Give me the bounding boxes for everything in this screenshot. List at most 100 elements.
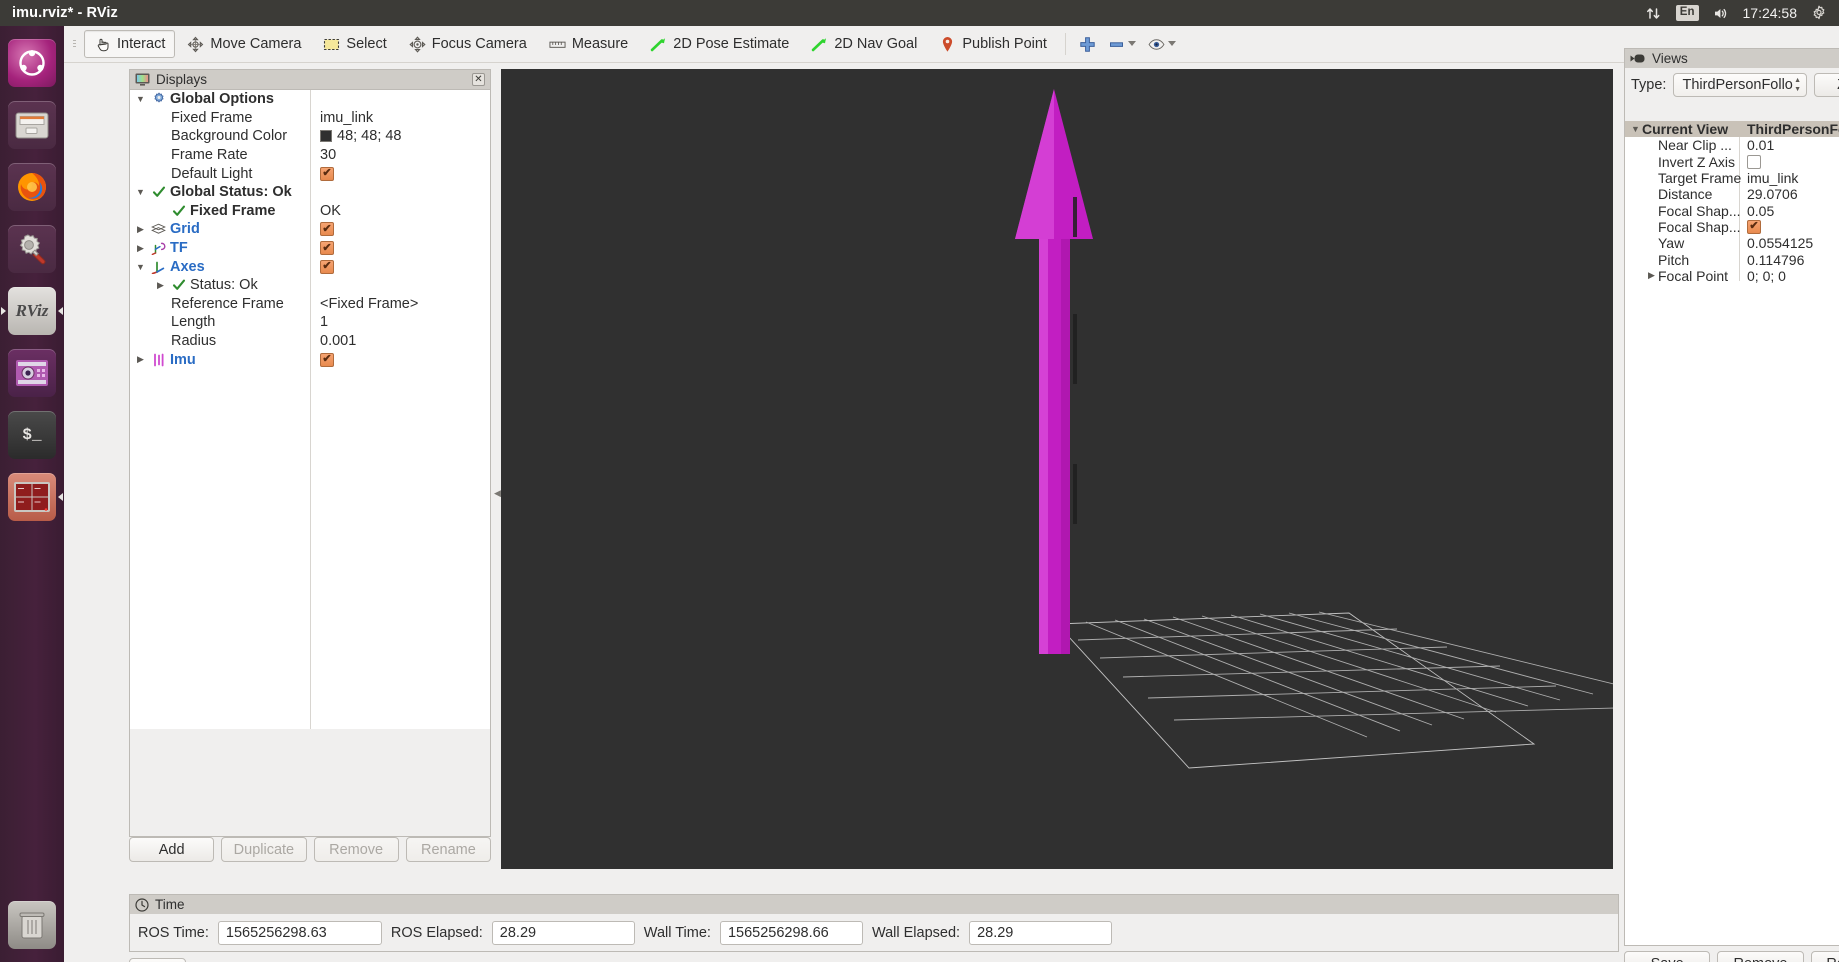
views-row-value-cell[interactable]: 0.05 bbox=[1747, 203, 1774, 219]
enable-checkbox[interactable]: ✔ bbox=[320, 166, 334, 181]
displays-row-value-cell[interactable]: ✔ bbox=[320, 166, 334, 181]
views-tree-row[interactable]: Invert Z Axis bbox=[1625, 154, 1839, 170]
wall-elapsed-field[interactable]: 28.29 bbox=[969, 920, 1113, 945]
displays-tree-row[interactable]: ▶ TF ✔ bbox=[130, 239, 490, 258]
tool-select-button[interactable]: Select bbox=[313, 30, 396, 58]
displays-row-value-cell[interactable]: 0.001 bbox=[320, 333, 356, 349]
displays-tree[interactable]: ▼ Global Options Fixed Frame imu_link Backgr… bbox=[129, 89, 491, 789]
views-checkbox[interactable]: ✔ bbox=[1747, 219, 1761, 234]
view-type-combobox[interactable]: ThirdPersonFollo ▲ ▼ bbox=[1673, 73, 1807, 97]
launcher-item-terminator[interactable] bbox=[0, 466, 64, 528]
displays-tree-row[interactable]: ▶ Status: Ok bbox=[130, 276, 490, 295]
views-tree-row[interactable]: Near Clip ... 0.01 bbox=[1625, 137, 1839, 153]
views-tree-row[interactable]: Pitch 0.114796 bbox=[1625, 251, 1839, 268]
views-tree-row[interactable]: ▶ Focal Point 0; 0; 0 bbox=[1625, 268, 1839, 284]
views-row-value-cell[interactable]: imu_link bbox=[1747, 170, 1798, 186]
views-row-value-cell[interactable]: ThirdPersonFoll... bbox=[1747, 121, 1839, 137]
color-swatch[interactable] bbox=[320, 130, 332, 143]
views-tree-row[interactable]: Target Frame imu_link bbox=[1625, 170, 1839, 186]
launcher-item-rviz[interactable]: RViz bbox=[0, 280, 64, 342]
displays-tree-row[interactable]: Length 1 bbox=[130, 313, 490, 332]
add-display-button[interactable]: Add bbox=[129, 837, 215, 862]
launcher-item-trash[interactable] bbox=[0, 894, 64, 956]
tool-2d-pose-estimate-button[interactable]: 2D Pose Estimate bbox=[640, 30, 799, 58]
launcher-item-files[interactable] bbox=[0, 94, 64, 156]
expand-twisty-icon[interactable]: ▶ bbox=[134, 354, 147, 365]
collapse-twisty-icon[interactable]: ▼ bbox=[1629, 124, 1642, 134]
expand-twisty-icon[interactable]: ▶ bbox=[134, 243, 147, 254]
launcher-item-firefox[interactable] bbox=[0, 156, 64, 218]
views-checkbox[interactable] bbox=[1747, 154, 1761, 169]
views-row-value-cell[interactable]: 0.01 bbox=[1747, 137, 1774, 153]
launcher-item-gazebo[interactable] bbox=[0, 342, 64, 404]
displays-row-value-cell[interactable]: 48; 48; 48 bbox=[320, 128, 402, 144]
speaker-icon[interactable] bbox=[1712, 4, 1730, 22]
displays-row-value-cell[interactable]: 1 bbox=[320, 314, 328, 330]
launcher-item-settings[interactable] bbox=[0, 218, 64, 280]
gear-icon[interactable] bbox=[1810, 4, 1828, 22]
views-row-value-cell[interactable]: 0.114796 bbox=[1747, 252, 1804, 268]
displays-tree-row[interactable]: ▼ Global Status: Ok bbox=[130, 183, 490, 202]
rename-view-button[interactable]: Rename bbox=[1810, 951, 1839, 962]
add-tool-icon[interactable] bbox=[1073, 36, 1102, 53]
ros-elapsed-field[interactable]: 28.29 bbox=[491, 920, 635, 945]
displays-tree-row[interactable]: Background Color 48; 48; 48 bbox=[130, 127, 490, 146]
tool-2d-nav-goal-button[interactable]: 2D Nav Goal bbox=[801, 30, 927, 58]
views-tree-row[interactable]: Focal Shap... 0.05 bbox=[1625, 202, 1839, 219]
views-tree-row[interactable]: Focal Shap... ✔ bbox=[1625, 219, 1839, 235]
displays-row-value-cell[interactable]: imu_link bbox=[320, 110, 373, 126]
network-arrows-icon[interactable] bbox=[1645, 4, 1663, 22]
views-row-value-cell[interactable]: 0.0554125 bbox=[1747, 235, 1813, 251]
displays-row-value-cell[interactable]: ✔ bbox=[320, 259, 334, 274]
displays-row-value-cell[interactable]: OK bbox=[320, 203, 341, 219]
remove-view-button[interactable]: Remove bbox=[1717, 951, 1804, 962]
displays-tree-row[interactable]: Reference Frame <Fixed Frame> bbox=[130, 295, 490, 314]
tool-publish-point-button[interactable]: Publish Point bbox=[929, 30, 1057, 58]
views-row-value-cell[interactable]: ✔ bbox=[1747, 219, 1761, 234]
visibility-tool-icon[interactable] bbox=[1142, 36, 1182, 53]
views-row-value-cell[interactable]: 29.0706 bbox=[1747, 186, 1798, 202]
displays-row-value-cell[interactable]: ✔ bbox=[320, 222, 334, 237]
collapse-twisty-icon[interactable]: ▼ bbox=[134, 187, 147, 197]
displays-tree-row[interactable]: Frame Rate 30 bbox=[130, 146, 490, 165]
remove-tool-icon[interactable] bbox=[1102, 36, 1142, 53]
launcher-item-terminal[interactable]: $_ bbox=[0, 404, 64, 466]
tool-move-camera-button[interactable]: Move Camera bbox=[177, 30, 311, 58]
keyboard-layout-indicator[interactable]: En bbox=[1675, 5, 1699, 21]
close-icon[interactable]: ✕ bbox=[472, 73, 485, 86]
3d-render-view[interactable] bbox=[501, 69, 1613, 869]
displays-tree-row[interactable]: Radius 0.001 bbox=[130, 332, 490, 351]
reset-button[interactable]: Reset bbox=[129, 958, 186, 962]
displays-tree-row[interactable]: ▶ Imu ✔ bbox=[130, 350, 490, 369]
collapse-twisty-icon[interactable]: ▼ bbox=[134, 94, 147, 104]
zero-view-button[interactable]: Zero bbox=[1814, 73, 1839, 97]
views-row-value-cell[interactable] bbox=[1747, 154, 1761, 169]
launcher-item-ubuntu-dash[interactable] bbox=[0, 32, 64, 94]
toolbar-grip-handle[interactable] bbox=[70, 33, 79, 55]
displays-row-value-cell[interactable]: <Fixed Frame> bbox=[320, 296, 418, 312]
tool-focus-camera-button[interactable]: Focus Camera bbox=[399, 30, 537, 58]
tool-measure-button[interactable]: Measure bbox=[539, 30, 638, 58]
expand-twisty-icon[interactable]: ▶ bbox=[134, 224, 147, 235]
displays-tree-row[interactable]: Fixed Frame imu_link bbox=[130, 109, 490, 128]
displays-tree-row[interactable]: ▼ Global Options bbox=[130, 90, 490, 109]
views-tree[interactable]: ▼Current ViewThirdPersonFoll...Near Clip… bbox=[1624, 121, 1839, 946]
tool-interact-button[interactable]: Interact bbox=[84, 30, 176, 58]
displays-row-value-cell[interactable]: ✔ bbox=[320, 241, 334, 256]
views-tree-header-row[interactable]: ▼Current View ThirdPersonFoll... bbox=[1625, 121, 1839, 138]
displays-tree-row[interactable]: ▼ Axes ✔ bbox=[130, 257, 490, 276]
wall-time-field[interactable]: 1565256298.66 bbox=[719, 920, 863, 945]
save-view-button[interactable]: Save bbox=[1624, 951, 1711, 962]
system-clock[interactable]: 17:24:58 bbox=[1743, 5, 1798, 21]
remove-display-button[interactable]: Remove bbox=[313, 837, 399, 862]
enable-checkbox[interactable]: ✔ bbox=[320, 259, 334, 274]
expand-twisty-icon[interactable]: ▶ bbox=[1645, 270, 1658, 281]
displays-tree-row[interactable]: Fixed Frame OK bbox=[130, 202, 490, 221]
collapse-twisty-icon[interactable]: ▼ bbox=[134, 262, 147, 272]
views-tree-row[interactable]: Distance 29.0706 bbox=[1625, 186, 1839, 202]
displays-tree-row[interactable]: ▶ Grid ✔ bbox=[130, 220, 490, 239]
displays-row-value-cell[interactable]: ✔ bbox=[320, 352, 334, 367]
displays-tree-row[interactable]: Default Light ✔ bbox=[130, 164, 490, 183]
views-tree-row[interactable]: Yaw 0.0554125 bbox=[1625, 235, 1839, 251]
enable-checkbox[interactable]: ✔ bbox=[320, 241, 334, 256]
